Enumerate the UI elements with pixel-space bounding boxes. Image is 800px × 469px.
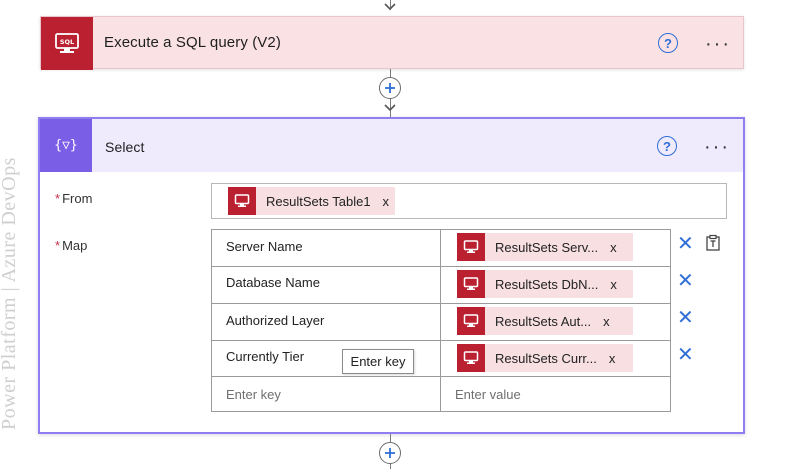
select-action-title[interactable]: Select (105, 139, 145, 155)
sql-token-icon (228, 187, 256, 215)
map-row-divider (212, 266, 670, 267)
remove-token-button[interactable]: x (371, 194, 396, 209)
map-new-value-input[interactable]: Enter value (455, 387, 521, 402)
switch-to-text-mode-icon[interactable] (704, 234, 722, 252)
map-label-text: Map (62, 238, 88, 253)
map-key-input[interactable]: Authorized Layer (226, 313, 324, 328)
add-step-button[interactable] (379, 442, 401, 464)
sql-token-icon (457, 270, 485, 298)
from-dynamic-token[interactable]: ResultSets Table1 x (228, 187, 396, 215)
sql-connector-icon: SQL (41, 17, 93, 70)
delete-row-icon[interactable]: ✕ (677, 271, 694, 291)
map-row-divider (212, 340, 670, 341)
data-operation-icon: {▽} (40, 119, 92, 172)
map-new-key-input[interactable]: Enter key (226, 387, 281, 402)
arrow-down-icon (384, 3, 396, 11)
map-token-label: ResultSets DbN... (495, 276, 599, 292)
sql-more-options-icon[interactable]: ··· (705, 34, 731, 54)
map-column-divider (440, 230, 441, 411)
delete-row-icon[interactable]: ✕ (677, 345, 694, 365)
from-input[interactable]: ResultSets Table1 x (211, 183, 727, 219)
select-action-header[interactable]: {▽} Select ? ··· (40, 119, 743, 172)
map-table: Server Name ResultSets Serv... x Databas… (211, 229, 671, 412)
map-token-label: ResultSets Serv... (495, 239, 599, 255)
sql-action-title[interactable]: Execute a SQL query (V2) (104, 34, 281, 51)
sql-token-icon (457, 307, 485, 335)
map-token-label: ResultSets Aut... (495, 313, 592, 329)
map-row-divider (212, 303, 670, 304)
add-step-button[interactable] (379, 77, 401, 99)
sql-token-icon (457, 344, 485, 372)
select-more-options-icon[interactable]: ··· (704, 137, 730, 157)
sql-token-icon (457, 233, 485, 261)
watermark-text: Power Platform | Azure DevOps (0, 157, 20, 430)
from-label: * From (55, 191, 92, 206)
plus-icon (385, 448, 395, 458)
delete-row-icon[interactable]: ✕ (677, 234, 694, 254)
from-label-text: From (62, 191, 93, 206)
map-row-divider (212, 376, 670, 377)
select-help-icon[interactable]: ? (657, 136, 677, 156)
map-key-input[interactable]: Database Name (226, 275, 320, 290)
map-value-token[interactable]: ResultSets Serv... x (457, 233, 633, 261)
map-token-label: ResultSets Curr... (495, 350, 597, 366)
delete-row-icon[interactable]: ✕ (677, 308, 694, 328)
sql-action-card[interactable]: SQL Execute a SQL query (V2) ? ··· (40, 16, 744, 70)
remove-token-button[interactable]: x (597, 351, 622, 366)
required-marker: * (55, 238, 61, 253)
map-value-token[interactable]: ResultSets DbN... x (457, 270, 633, 298)
from-token-label: ResultSets Table1 (266, 193, 371, 209)
remove-token-button[interactable]: x (598, 277, 623, 292)
remove-token-button[interactable]: x (591, 314, 616, 329)
arrow-down-icon (384, 104, 396, 112)
tooltip: Enter key (342, 349, 414, 374)
remove-token-button[interactable]: x (598, 240, 623, 255)
map-key-input[interactable]: Currently Tier (226, 349, 304, 364)
select-action-card: {▽} Select ? ··· * From ResultSets Table1… (38, 117, 745, 434)
required-marker: * (55, 191, 61, 206)
sql-help-icon[interactable]: ? (658, 33, 678, 53)
map-key-input[interactable]: Server Name (226, 239, 303, 254)
map-value-token[interactable]: ResultSets Aut... x (457, 307, 633, 335)
plus-icon (385, 83, 395, 93)
sql-icon-label: SQL (60, 38, 74, 46)
map-value-token[interactable]: ResultSets Curr... x (457, 344, 633, 372)
map-label: * Map (55, 238, 87, 253)
